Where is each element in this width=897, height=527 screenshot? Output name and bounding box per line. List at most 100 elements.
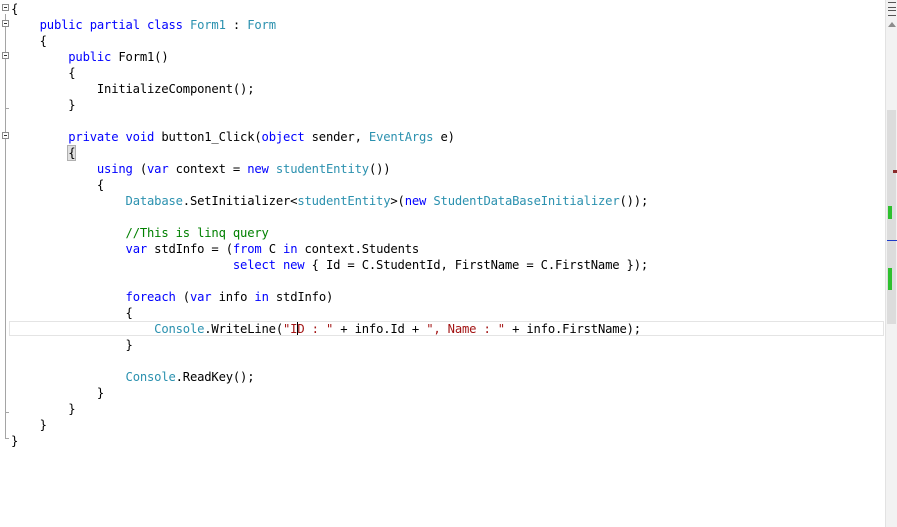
code-token: new xyxy=(247,162,269,176)
code-token: Console xyxy=(125,370,176,384)
vertical-scrollbar[interactable] xyxy=(885,0,897,527)
code-token: { xyxy=(11,66,76,80)
matched-brace: { xyxy=(67,145,77,161)
code-token: Form xyxy=(247,18,276,32)
code-token: select new xyxy=(232,258,305,272)
code-token: from xyxy=(232,242,262,256)
outline-end-tick xyxy=(5,438,9,439)
code-line[interactable]: var stdInfo = (from C in context.Student… xyxy=(11,241,420,257)
code-token: e) xyxy=(433,130,455,144)
code-token: studentEntity xyxy=(275,162,369,176)
code-token: //This is linq query xyxy=(125,226,269,240)
code-token: EventArgs xyxy=(368,130,434,144)
code-token: : xyxy=(225,18,248,32)
code-line[interactable]: } xyxy=(11,401,75,417)
code-token: ( xyxy=(175,290,190,304)
code-line[interactable]: Database.SetInitializer<studentEntity>(n… xyxy=(11,193,649,209)
code-token: public partial class xyxy=(39,18,190,32)
code-line[interactable]: public Form1() xyxy=(11,49,168,65)
code-line[interactable]: InitializeComponent(); xyxy=(11,81,255,97)
collapse-constructor-icon[interactable] xyxy=(2,52,9,59)
change-marker-1 xyxy=(888,206,892,219)
code-token: sender, xyxy=(304,130,369,144)
code-line[interactable]: { xyxy=(11,145,77,161)
caret-marker xyxy=(887,240,897,241)
code-token: } xyxy=(11,338,133,352)
code-token: object xyxy=(261,130,305,144)
code-line[interactable]: Console.WriteLine("ID : " + info.Id + ",… xyxy=(11,321,641,337)
code-token: studentEntity xyxy=(297,194,391,208)
change-marker-2 xyxy=(888,268,892,290)
code-token: .WriteLine( xyxy=(204,322,283,336)
collapse-namespace-icon[interactable] xyxy=(2,4,9,11)
code-line[interactable]: //This is linq query xyxy=(11,225,269,241)
code-line[interactable]: } xyxy=(11,337,133,353)
code-token: ()); xyxy=(619,194,649,208)
code-token: stdInfo) xyxy=(268,290,334,304)
code-token: } xyxy=(11,434,19,448)
collapse-class-icon[interactable] xyxy=(2,20,9,27)
code-token: + info.Id + xyxy=(333,322,427,336)
scroll-up-arrow-icon[interactable] xyxy=(888,22,896,27)
code-token: } xyxy=(11,386,105,400)
code-token: { xyxy=(11,2,19,16)
code-token: Database xyxy=(125,194,183,208)
code-token: { xyxy=(11,178,105,192)
code-token: "I xyxy=(283,322,298,336)
code-line[interactable]: { xyxy=(11,65,75,81)
code-token: context = xyxy=(168,162,248,176)
code-line[interactable]: { xyxy=(11,177,104,193)
code-token: } xyxy=(11,98,76,112)
code-token: ()) xyxy=(368,162,391,176)
code-token: button1_Click( xyxy=(154,130,262,144)
code-line[interactable]: foreach (var info in stdInfo) xyxy=(11,289,334,305)
code-editor[interactable]: { public partial class Form1 : Form { pu… xyxy=(0,0,885,527)
code-line[interactable]: } xyxy=(11,417,47,433)
code-token: var xyxy=(189,290,212,304)
code-line[interactable]: public partial class Form1 : Form xyxy=(11,17,276,33)
code-line[interactable]: { xyxy=(11,305,133,321)
code-token: context.Students xyxy=(297,242,420,256)
code-token: foreach xyxy=(125,290,176,304)
code-line[interactable]: { xyxy=(11,1,18,17)
code-token: var xyxy=(147,162,169,176)
code-token: C xyxy=(261,242,284,256)
code-line[interactable]: using (var context = new studentEntity()… xyxy=(11,161,391,177)
code-line[interactable]: private void button1_Click(object sender… xyxy=(11,129,455,145)
code-token: { xyxy=(11,34,47,48)
code-line[interactable]: } xyxy=(11,97,75,113)
split-window-icon[interactable] xyxy=(888,2,896,16)
code-token: ( xyxy=(132,162,148,176)
code-line[interactable]: Console.ReadKey(); xyxy=(11,369,255,385)
code-token: using xyxy=(96,162,133,176)
code-token: { Id = C.StudentId, FirstName = C.FirstN… xyxy=(304,258,649,272)
code-line[interactable]: select new { Id = C.StudentId, FirstName… xyxy=(11,257,648,273)
code-token: + info.FirstName); xyxy=(504,322,641,336)
outline-end-tick xyxy=(5,108,9,109)
collapse-method-icon[interactable] xyxy=(2,132,9,139)
code-token: StudentDataBaseInitializer xyxy=(433,194,620,208)
code-token: new xyxy=(404,194,427,208)
code-token: } xyxy=(11,402,76,416)
code-token: stdInfo = ( xyxy=(147,242,233,256)
code-line[interactable]: } xyxy=(11,433,18,449)
code-token: ", Name : " xyxy=(426,322,505,336)
code-line[interactable]: } xyxy=(11,385,104,401)
code-token: >( xyxy=(390,194,405,208)
code-line[interactable]: { xyxy=(11,33,47,49)
code-token: in xyxy=(283,242,298,256)
code-token: InitializeComponent(); xyxy=(11,82,255,96)
code-token: private void xyxy=(68,130,155,144)
